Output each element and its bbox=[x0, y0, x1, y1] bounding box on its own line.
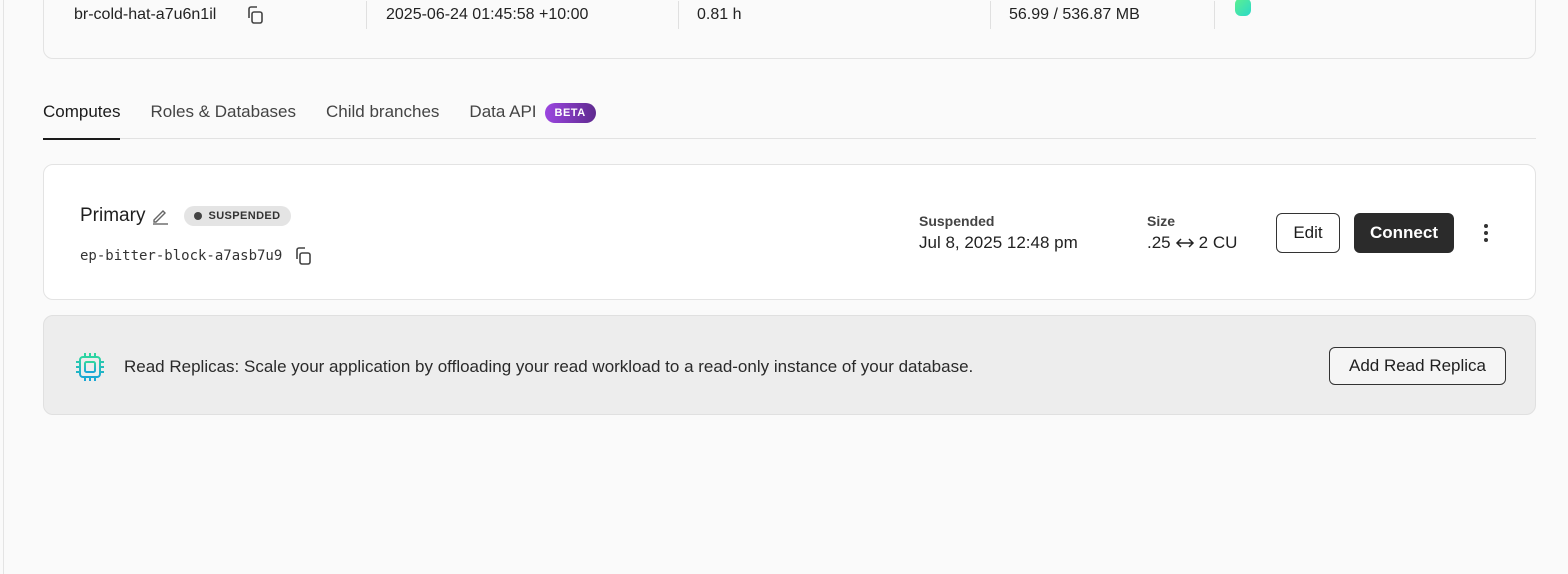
add-read-replica-button[interactable]: Add Read Replica bbox=[1329, 347, 1506, 385]
read-replicas-text: Read Replicas: Scale your application by… bbox=[124, 357, 974, 376]
storage-value: 56.99 / 536.87 MB bbox=[1009, 6, 1140, 23]
status-indicator bbox=[1235, 0, 1251, 21]
suspended-label: Suspended bbox=[919, 213, 995, 229]
status-text: SUSPENDED bbox=[208, 210, 281, 222]
size-meta: Size .25 2 CU bbox=[1147, 213, 1237, 253]
tab-label: Roles & Databases bbox=[150, 102, 297, 121]
created-value: 2025-06-24 01:45:58 +10:00 bbox=[386, 6, 589, 23]
divider bbox=[990, 1, 991, 29]
sidebar-border bbox=[3, 0, 4, 574]
tab-label: Child branches bbox=[326, 102, 440, 121]
status-dot-icon bbox=[194, 212, 203, 220]
size-label: Size bbox=[1147, 213, 1176, 229]
endpoint-id: ep-bitter-block-a7asb7u9 bbox=[80, 248, 283, 264]
status-badge: SUSPENDED bbox=[184, 206, 291, 226]
more-options-icon[interactable] bbox=[1476, 221, 1496, 245]
compute-name: Primary bbox=[80, 205, 146, 226]
tab-label: Computes bbox=[43, 102, 121, 121]
branch-id-cell: br-cold-hat-a7u6n1il bbox=[74, 1, 266, 29]
compute-hours-value: 0.81 h bbox=[697, 6, 742, 23]
divider bbox=[366, 1, 367, 29]
chip-icon bbox=[74, 351, 106, 383]
branch-summary-card: br-cold-hat-a7u6n1il 2025-06-24 01:45:58… bbox=[43, 0, 1536, 59]
size-max: 2 CU bbox=[1198, 233, 1238, 252]
edit-name-pencil-icon[interactable] bbox=[150, 206, 170, 226]
tab-child-branches[interactable]: Child branches bbox=[326, 96, 439, 139]
copy-icon[interactable] bbox=[292, 245, 314, 267]
tab-data-api[interactable]: Data API BETA bbox=[469, 96, 596, 139]
beta-badge: BETA bbox=[544, 103, 596, 123]
connect-button[interactable]: Connect bbox=[1354, 213, 1454, 253]
divider bbox=[678, 1, 679, 29]
size-min: .25 bbox=[1147, 233, 1171, 252]
suspended-value: Jul 8, 2025 12:48 pm bbox=[919, 233, 1078, 252]
suspended-meta: Suspended Jul 8, 2025 12:48 pm bbox=[919, 213, 1078, 253]
compute-card: Primary SUSPENDED ep-bitter-block-a7asb7… bbox=[43, 164, 1536, 300]
divider bbox=[1214, 1, 1215, 29]
double-arrow-icon bbox=[1175, 236, 1195, 250]
tab-bar: Computes Roles & Databases Child branche… bbox=[43, 96, 1536, 140]
copy-icon[interactable] bbox=[244, 4, 266, 26]
tab-roles-databases[interactable]: Roles & Databases bbox=[150, 96, 296, 139]
read-replicas-banner: Read Replicas: Scale your application by… bbox=[43, 315, 1536, 415]
tab-label: Data API bbox=[469, 102, 537, 121]
branch-id: br-cold-hat-a7u6n1il bbox=[74, 6, 217, 23]
tab-computes[interactable]: Computes bbox=[43, 96, 121, 140]
edit-button[interactable]: Edit bbox=[1276, 213, 1340, 253]
